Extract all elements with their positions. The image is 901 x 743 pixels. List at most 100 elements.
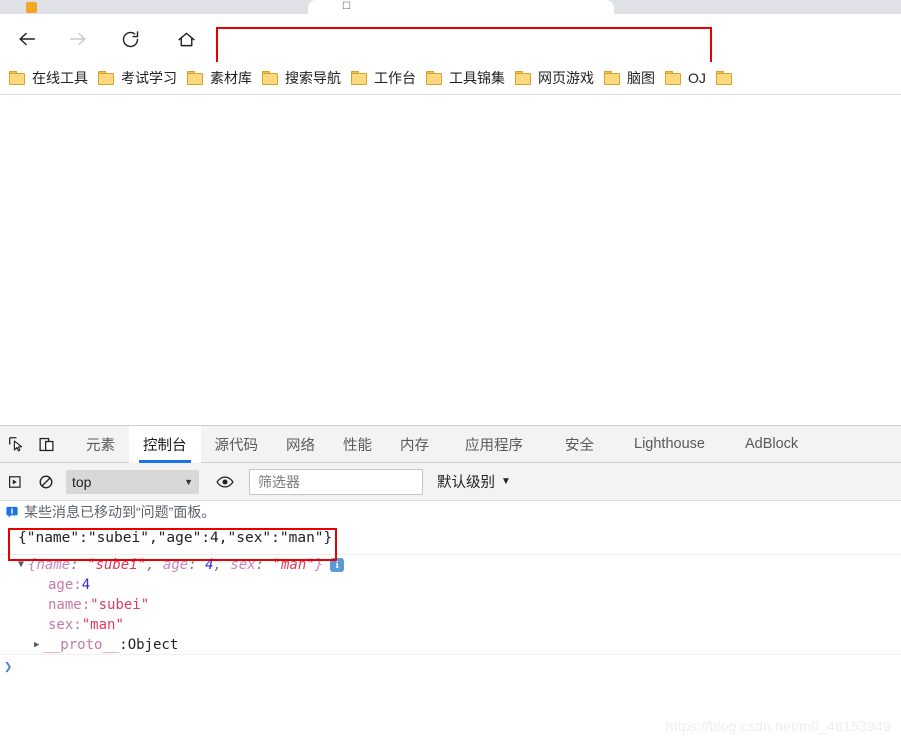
preview-key: sex bbox=[230, 557, 255, 573]
devtools-tabs: 元素 控制台 源代码 网络 性能 内存 应用程序 安全 Lighthouse A… bbox=[72, 426, 818, 463]
forward-button[interactable] bbox=[65, 26, 91, 52]
folder-icon bbox=[262, 71, 279, 85]
browser-tab-active[interactable]: ☐ bbox=[308, 0, 614, 14]
bookmark-item[interactable]: 网页游戏 bbox=[510, 65, 599, 91]
tab-label: 网络 bbox=[286, 434, 315, 455]
bookmark-item[interactable]: 在线工具 bbox=[4, 65, 93, 91]
console-filter-input[interactable]: 筛选器 bbox=[249, 469, 423, 495]
execute-console-button[interactable] bbox=[2, 468, 30, 496]
console-toolbar: top ▼ 筛选器 默认级别 ▼ bbox=[0, 463, 901, 501]
devtools-tab-bar: 元素 控制台 源代码 网络 性能 内存 应用程序 安全 Lighthouse A… bbox=[0, 426, 901, 463]
preview-key: age bbox=[163, 557, 188, 573]
folder-icon bbox=[9, 71, 26, 85]
home-button[interactable] bbox=[173, 26, 199, 52]
tab-label: 源代码 bbox=[215, 434, 259, 455]
tab-favicon bbox=[26, 2, 37, 13]
expand-triangle-icon[interactable]: ▶ bbox=[34, 640, 39, 650]
issues-info-icon bbox=[6, 506, 18, 518]
browser-tab-inactive-left[interactable] bbox=[0, 0, 300, 14]
bookmark-item[interactable]: 搜索导航 bbox=[257, 65, 346, 91]
tab-label: 安全 bbox=[565, 434, 594, 455]
reload-button[interactable] bbox=[117, 26, 143, 52]
tab-label: 性能 bbox=[343, 434, 372, 455]
device-toolbar-button[interactable] bbox=[32, 430, 60, 458]
devtools-tab-sources[interactable]: 源代码 bbox=[201, 426, 273, 463]
level-label: 默认级别 bbox=[437, 471, 495, 492]
watermark-text: https://blog.csdn.net/m0_46153949 bbox=[666, 718, 891, 734]
devtools-tab-adblock[interactable]: AdBlock bbox=[725, 426, 818, 463]
folder-icon bbox=[515, 71, 532, 85]
property-value: 4 bbox=[82, 577, 90, 593]
bookmark-label: 考试学习 bbox=[121, 68, 177, 88]
object-property-row[interactable]: name: "subei" bbox=[0, 595, 901, 615]
folder-icon bbox=[716, 71, 733, 85]
proto-value: Object bbox=[128, 637, 179, 653]
browser-tab-inactive-right[interactable] bbox=[620, 0, 901, 14]
forward-arrow-icon bbox=[67, 28, 89, 50]
tab-label: 控制台 bbox=[143, 434, 187, 455]
console-context-selector[interactable]: top ▼ bbox=[66, 470, 199, 494]
bookmark-item-partial[interactable] bbox=[711, 65, 744, 91]
console-log-json-string: {"name":"subei","age":4,"sex":"man"} bbox=[0, 522, 901, 555]
tab-page-icon: ☐ bbox=[342, 1, 351, 13]
clear-console-icon bbox=[38, 474, 54, 490]
object-property-row[interactable]: age: 4 bbox=[0, 575, 901, 595]
property-separator: : bbox=[73, 577, 81, 593]
browser-nav-toolbar: localhost:8080/springmvc_05/jsontest.htm… bbox=[0, 14, 901, 62]
device-toolbar-icon bbox=[38, 436, 55, 453]
live-expression-eye-icon bbox=[216, 475, 234, 489]
folder-icon bbox=[665, 71, 682, 85]
object-property-row[interactable]: sex: "man" bbox=[0, 615, 901, 635]
bookmarks-bar: 在线工具 考试学习 素材库 搜索导航 工作台 工具锦集 网页游戏 脑图 OJ bbox=[0, 62, 901, 95]
console-level-selector[interactable]: 默认级别 ▼ bbox=[437, 471, 511, 492]
bookmark-item[interactable]: 考试学习 bbox=[93, 65, 182, 91]
reload-icon bbox=[120, 29, 141, 50]
context-value: top bbox=[72, 474, 184, 490]
bookmark-item[interactable]: 素材库 bbox=[182, 65, 257, 91]
json-log-text: {"name":"subei","age":4,"sex":"man"} bbox=[18, 530, 332, 546]
bookmark-item[interactable]: OJ bbox=[660, 65, 711, 91]
browser-tab-strip: ☐ bbox=[0, 0, 901, 14]
tab-label: 元素 bbox=[86, 434, 115, 455]
chevron-down-icon: ▼ bbox=[501, 476, 511, 487]
tab-label: 内存 bbox=[400, 434, 429, 455]
object-info-badge[interactable]: i bbox=[330, 558, 344, 572]
bookmark-label: 工具锦集 bbox=[449, 68, 505, 88]
preview-value: "man" bbox=[273, 557, 315, 573]
clear-console-button[interactable] bbox=[32, 468, 60, 496]
bookmark-label: 素材库 bbox=[210, 68, 252, 88]
prompt-caret-icon: ❯ bbox=[4, 659, 12, 675]
bookmark-label: 搜索导航 bbox=[285, 68, 341, 88]
bookmark-label: 网页游戏 bbox=[538, 68, 594, 88]
page-content-viewport bbox=[0, 95, 901, 425]
console-issues-notice[interactable]: 某些消息已移动到“问题”面板。 bbox=[0, 501, 901, 522]
property-value: "man" bbox=[82, 617, 124, 633]
devtools-tab-network[interactable]: 网络 bbox=[272, 426, 329, 463]
bookmark-item[interactable]: 工作台 bbox=[346, 65, 421, 91]
bookmark-item[interactable]: 工具锦集 bbox=[421, 65, 510, 91]
live-expression-button[interactable] bbox=[211, 468, 239, 496]
property-value: "subei" bbox=[90, 597, 149, 613]
devtools-tab-application[interactable]: 应用程序 bbox=[443, 426, 545, 463]
bookmark-label: 工作台 bbox=[374, 68, 416, 88]
devtools-tab-performance[interactable]: 性能 bbox=[329, 426, 386, 463]
property-key: age bbox=[48, 577, 73, 593]
devtools-tab-security[interactable]: 安全 bbox=[545, 426, 614, 463]
devtools-tab-elements[interactable]: 元素 bbox=[72, 426, 129, 463]
folder-icon bbox=[604, 71, 621, 85]
preview-value: 4 bbox=[205, 557, 213, 573]
preview-value: "subei" bbox=[87, 557, 146, 573]
inspect-element-button[interactable] bbox=[2, 430, 30, 458]
property-key: name bbox=[48, 597, 82, 613]
devtools-tab-lighthouse[interactable]: Lighthouse bbox=[614, 426, 725, 463]
object-proto-row[interactable]: ▶__proto__: Object bbox=[0, 635, 901, 655]
devtools-tab-console[interactable]: 控制台 bbox=[129, 426, 201, 463]
back-button[interactable] bbox=[14, 26, 40, 52]
bookmark-item[interactable]: 脑图 bbox=[599, 65, 660, 91]
preview-key: name bbox=[36, 557, 70, 573]
devtools-tab-memory[interactable]: 内存 bbox=[386, 426, 443, 463]
back-arrow-icon bbox=[16, 28, 38, 50]
expand-collapse-triangle-icon[interactable]: ▼ bbox=[18, 560, 24, 570]
property-separator: : bbox=[73, 617, 81, 633]
console-input-prompt[interactable]: ❯ bbox=[0, 655, 901, 679]
